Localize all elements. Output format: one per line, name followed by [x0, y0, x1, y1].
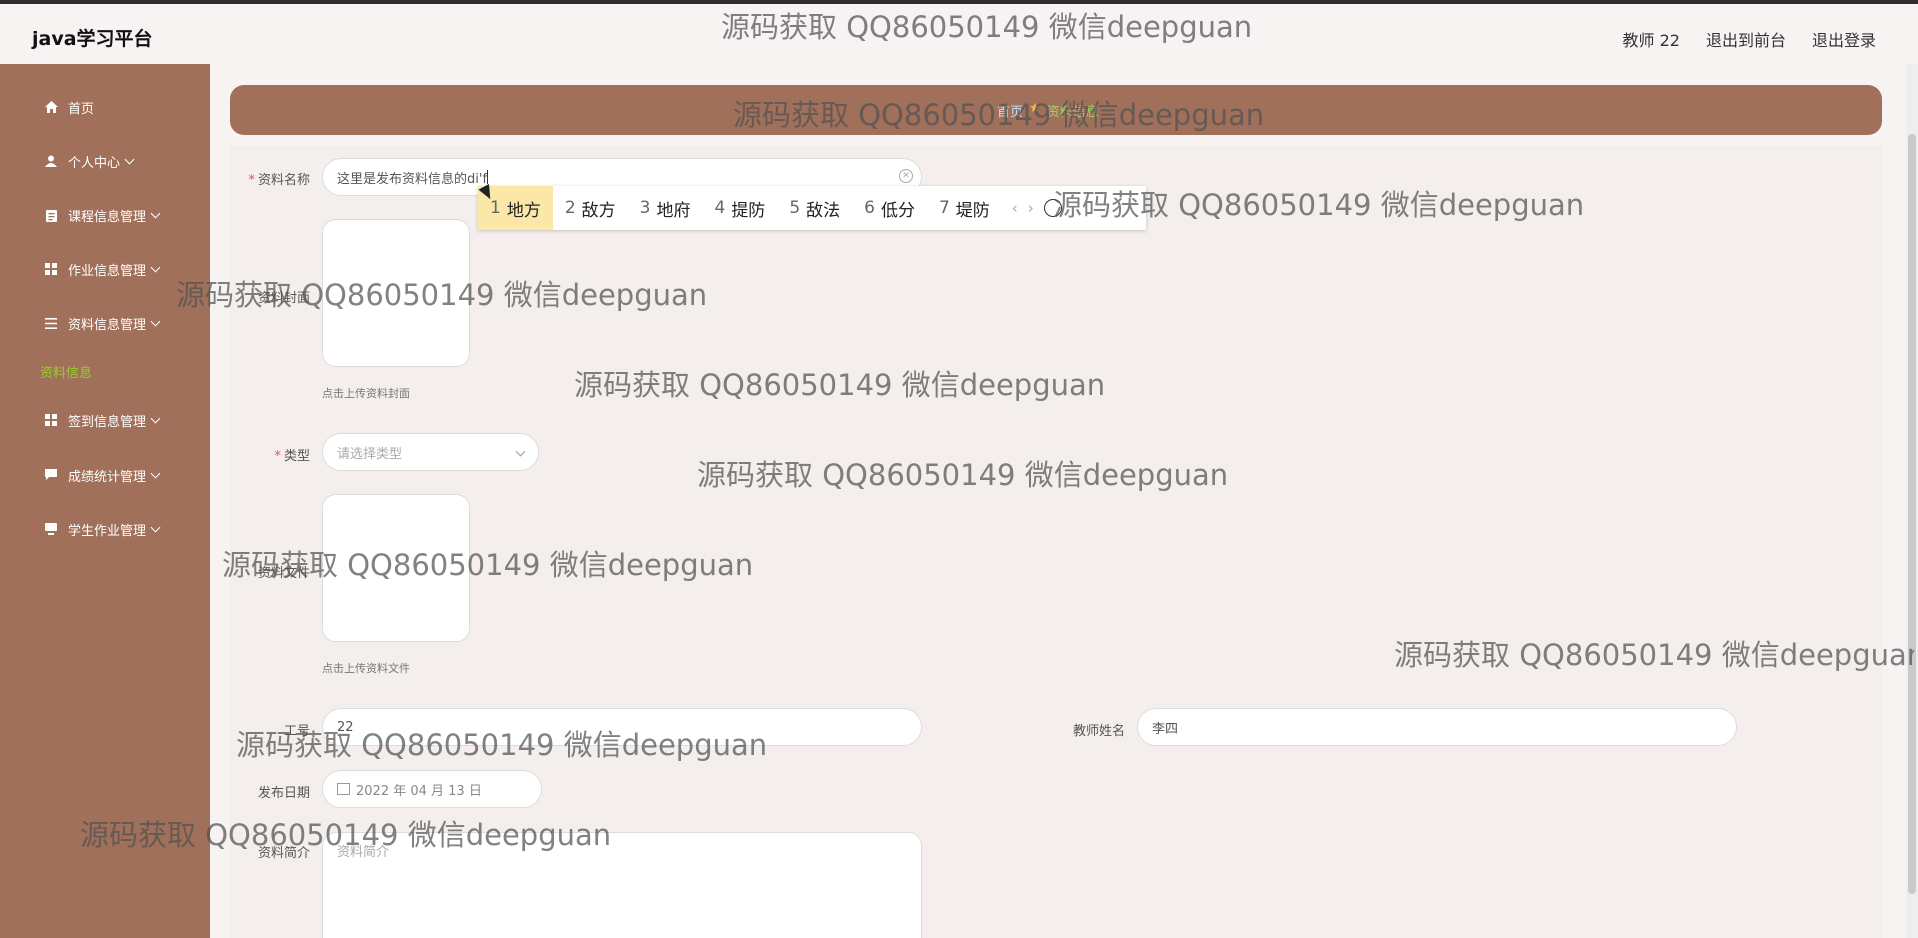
chevron-down-icon — [150, 413, 161, 423]
grid-icon — [44, 413, 58, 427]
ime-candidate[interactable]: 2 敌方 — [553, 186, 628, 230]
sidebar-item-label: 个人中心 — [68, 155, 121, 171]
sidebar-item-material-management[interactable]: 资料信息管理 — [0, 303, 210, 343]
sidebar-item-grade-statistics[interactable]: 成绩统计管理 — [0, 455, 210, 495]
file-upload-hint[interactable]: 点击上传资料文件 — [322, 660, 410, 676]
chevron-down-icon — [150, 468, 161, 478]
file-label: 资料文件 — [257, 566, 310, 581]
name-label: * 资料名称 — [248, 173, 310, 188]
ime-settings-icon[interactable] — [1043, 199, 1062, 217]
type-select[interactable]: 请选择类型 — [322, 433, 539, 471]
sidebar-item-student-homework[interactable]: 学生作业管理 — [0, 509, 210, 549]
ime-candidate[interactable]: 6 低分 — [852, 186, 927, 230]
chevron-down-icon — [124, 154, 135, 164]
chevron-down-icon — [150, 316, 161, 326]
publish-date-picker[interactable]: 2022 年 04 月 13 日 — [322, 770, 542, 808]
sidebar-item-course-management[interactable]: 课程信息管理 — [0, 195, 210, 235]
star-icon: ★ — [1029, 101, 1041, 116]
top-header: java学习平台 教师 22 退出到前台 退出登录 — [0, 4, 1918, 64]
material-form — [230, 146, 1882, 938]
sidebar-item-label: 成绩统计管理 — [68, 469, 147, 485]
sidebar-item-label: 首页 — [68, 101, 95, 117]
ime-next-page[interactable]: › — [1028, 199, 1034, 217]
calendar-icon — [337, 783, 350, 795]
sidebar-item-signin-management[interactable]: 签到信息管理 — [0, 400, 210, 440]
sidebar-item-label: 课程信息管理 — [68, 209, 147, 225]
breadcrumb-current: 资料信息 — [1046, 105, 1099, 120]
ime-candidate[interactable]: 7 堤防 — [927, 186, 1002, 230]
sidebar-item-label: 资料信息管理 — [68, 317, 147, 333]
list-icon — [44, 316, 58, 330]
sidebar-item-label: 学生作业管理 — [68, 523, 147, 539]
sidebar-item-personal-center[interactable]: 个人中心 — [0, 141, 210, 181]
sidebar-item-homework-management[interactable]: 作业信息管理 — [0, 249, 210, 289]
ime-candidate[interactable]: 4 提防 — [702, 186, 777, 230]
clear-icon[interactable]: ✕ — [899, 169, 913, 183]
sidebar-item-label: 作业信息管理 — [68, 263, 147, 279]
exit-to-front-link[interactable]: 退出到前台 — [1706, 27, 1786, 51]
scrollbar-thumb[interactable] — [1908, 134, 1916, 894]
home-icon — [44, 100, 58, 114]
ime-prev-page[interactable]: ‹ — [1012, 199, 1018, 217]
cover-upload-hint[interactable]: 点击上传资料封面 — [322, 385, 410, 401]
clipboard-icon — [44, 208, 58, 222]
intro-label: 资料简介 — [257, 846, 310, 861]
job-number-label: 工号 — [283, 724, 310, 739]
current-user[interactable]: 教师 22 — [1623, 27, 1680, 51]
cover-label: 资料封面 — [257, 291, 310, 306]
grid-icon — [44, 262, 58, 276]
breadcrumb-home[interactable]: 首页 — [997, 101, 1023, 120]
chevron-down-icon — [150, 208, 161, 218]
job-number-input[interactable]: 22 — [322, 708, 922, 746]
chevron-down-icon — [150, 522, 161, 532]
sidebar-item-label: 签到信息管理 — [68, 414, 147, 430]
monitor-icon — [44, 522, 58, 536]
chat-icon — [44, 468, 58, 482]
teacher-name-input[interactable]: 李四 — [1137, 708, 1737, 746]
ime-candidate[interactable]: 5 敌法 — [777, 186, 852, 230]
sidebar-item-home[interactable]: 首页 — [0, 87, 210, 127]
sidebar-subitem-material-info[interactable]: 资料信息 — [40, 362, 92, 381]
chevron-down-icon — [515, 446, 526, 457]
breadcrumb-bar: 首页 ★ 资料信息 — [230, 85, 1882, 135]
logout-link[interactable]: 退出登录 — [1812, 27, 1876, 51]
chevron-down-icon — [150, 262, 161, 272]
ime-candidate[interactable]: 3 地府 — [628, 186, 703, 230]
cover-upload-box[interactable] — [322, 219, 470, 367]
brand-title: java学习平台 — [32, 28, 153, 50]
teacher-name-label: 教师姓名 — [1072, 724, 1125, 739]
publish-date-label: 发布日期 — [257, 786, 310, 801]
ime-candidate-bar: 1 地方 2 敌方 3 地府 4 提防 5 敌法 6 低分 7 堤防 ‹ › — [478, 186, 1146, 230]
breadcrumb: 首页 ★ 资料信息 — [997, 101, 1099, 120]
page-scrollbar[interactable] — [1906, 64, 1918, 938]
user-icon — [44, 154, 58, 168]
type-label: * 类型 — [274, 449, 310, 464]
header-actions: 教师 22 退出到前台 退出登录 — [1623, 27, 1876, 51]
intro-textarea[interactable]: 资料简介 — [322, 832, 922, 938]
file-upload-box[interactable] — [322, 494, 470, 642]
